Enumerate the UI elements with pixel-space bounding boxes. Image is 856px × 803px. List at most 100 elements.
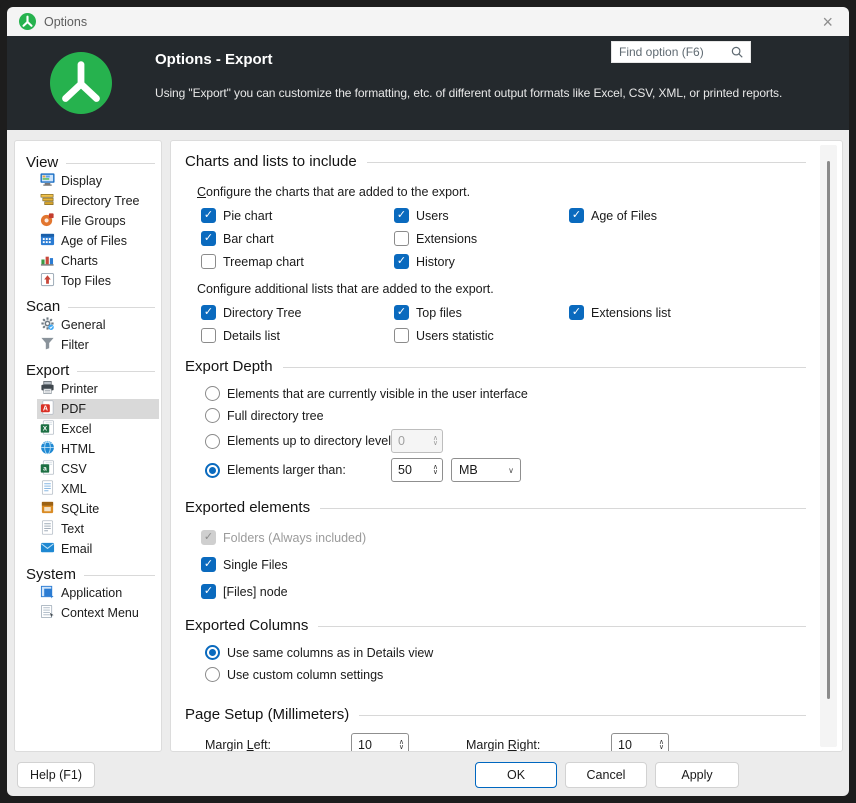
treesize-logo-icon: [50, 52, 112, 114]
margin-right-spinner[interactable]: ∧∨: [611, 733, 669, 752]
file-groups-icon: [40, 212, 55, 230]
checkbox-users-statistic[interactable]: Users statistic: [394, 327, 569, 344]
checkbox-icon: [394, 305, 409, 320]
margin-right-label: Margin Right:: [466, 738, 540, 752]
display-icon: [40, 172, 55, 190]
section-exported-columns: Exported Columns: [185, 617, 806, 634]
sidebar-item-csv[interactable]: a CSV: [37, 459, 159, 479]
page-title: Options - Export: [155, 51, 273, 68]
sidebar-item-display[interactable]: Display: [37, 171, 159, 191]
checkbox-top-files[interactable]: Top files: [394, 304, 569, 321]
options-dialog: Options × Options - Export Using "Export…: [0, 0, 856, 803]
radio-custom-columns[interactable]: Use custom column settings: [205, 666, 806, 683]
checkbox-directory-tree[interactable]: Directory Tree: [201, 304, 394, 321]
exported-elements-list: Folders (Always included) Single Files […: [201, 529, 806, 600]
exported-columns-options: Use same columns as in Details view Use …: [205, 644, 806, 683]
checkbox-files-node[interactable]: [Files] node: [201, 583, 806, 600]
sidebar-group-scan: Scan: [15, 298, 161, 315]
radio-same-columns[interactable]: Use same columns as in Details view: [205, 644, 806, 661]
checkbox-icon: [201, 584, 216, 599]
sidebar-item-sqlite[interactable]: SQLite: [37, 499, 159, 519]
sidebar-item-context-menu[interactable]: Context Menu: [37, 603, 159, 623]
find-option-input[interactable]: [612, 45, 730, 59]
radio-elements-larger-than[interactable]: Elements larger than: ∧∨ MB ∨: [205, 458, 806, 482]
printer-icon: [40, 380, 55, 398]
checkbox-age-of-files[interactable]: Age of Files: [569, 207, 806, 224]
window-title: Options: [44, 15, 87, 29]
svg-text:X: X: [43, 426, 48, 433]
section-export-depth: Export Depth: [185, 358, 806, 375]
sidebar-item-pdf[interactable]: A PDF: [37, 399, 159, 419]
checkbox-single-files[interactable]: Single Files: [201, 556, 806, 573]
margin-left-input[interactable]: [352, 737, 399, 752]
help-button[interactable]: Help (F1): [17, 762, 95, 788]
radio-full-directory-tree[interactable]: Full directory tree: [205, 407, 806, 424]
cancel-button[interactable]: Cancel: [565, 762, 647, 788]
sidebar-group-export: Export: [15, 362, 161, 379]
sidebar-item-filter[interactable]: Filter: [37, 335, 159, 355]
checkbox-icon: [394, 208, 409, 223]
directory-tree-icon: [40, 192, 55, 210]
csv-icon: a: [40, 460, 55, 478]
sidebar-item-file-groups[interactable]: File Groups: [37, 211, 159, 231]
radio-icon: [205, 434, 220, 449]
close-icon[interactable]: ×: [818, 13, 837, 31]
spin-down-icon: ∨: [433, 441, 438, 447]
page-margins-row: Margin Left: ∧∨ Margin Right: ∧∨: [205, 733, 806, 752]
page-description: Using "Export" you can customize the for…: [155, 86, 782, 100]
charts-icon: [40, 252, 55, 270]
section-charts-and-lists: Charts and lists to include: [185, 153, 806, 170]
checkbox-users[interactable]: Users: [394, 207, 569, 224]
chart-checkbox-grid: Pie chart Bar chart Treemap chart Users …: [201, 207, 806, 270]
sidebar-item-email[interactable]: Email: [37, 539, 159, 559]
size-unit-dropdown[interactable]: MB ∨: [451, 458, 521, 482]
app-logo-icon: [19, 13, 36, 30]
sidebar-item-application[interactable]: Application: [37, 583, 159, 603]
sidebar-item-text[interactable]: Text: [37, 519, 159, 539]
checkbox-icon: [394, 231, 409, 246]
sidebar-item-directory-tree[interactable]: Directory Tree: [37, 191, 159, 211]
dialog-body: View Display Directory Tree File Groups …: [7, 130, 849, 796]
sidebar-item-xml[interactable]: XML: [37, 479, 159, 499]
ok-button[interactable]: OK: [475, 762, 557, 788]
checkbox-pie-chart[interactable]: Pie chart: [201, 207, 394, 224]
apply-button[interactable]: Apply: [655, 762, 739, 788]
size-threshold-input[interactable]: [392, 462, 433, 478]
spin-down-icon[interactable]: ∨: [659, 745, 664, 751]
margin-left-spinner[interactable]: ∧∨: [351, 733, 409, 752]
sidebar-item-charts[interactable]: Charts: [37, 251, 159, 271]
checkbox-treemap-chart[interactable]: Treemap chart: [201, 253, 394, 270]
checkbox-details-list[interactable]: Details list: [201, 327, 394, 344]
radio-icon: [205, 463, 220, 478]
sidebar-item-top-files[interactable]: Top Files: [37, 271, 159, 291]
checkbox-extensions-list[interactable]: Extensions list: [569, 304, 806, 321]
application-icon: [40, 584, 55, 602]
sidebar-item-html[interactable]: HTML: [37, 439, 159, 459]
radio-directory-level[interactable]: Elements up to directory level: ∧∨: [205, 429, 806, 453]
scrollbar-thumb[interactable]: [827, 161, 830, 699]
settings-panel: Charts and lists to include Configure th…: [170, 140, 843, 752]
margin-right-input[interactable]: [612, 737, 659, 752]
sidebar-item-printer[interactable]: Printer: [37, 379, 159, 399]
search-icon[interactable]: [730, 45, 750, 59]
sidebar-item-age-of-files[interactable]: Age of Files: [37, 231, 159, 251]
pdf-icon: A: [40, 400, 55, 418]
radio-visible-elements[interactable]: Elements that are currently visible in t…: [205, 385, 806, 402]
spin-down-icon[interactable]: ∨: [399, 745, 404, 751]
sidebar-item-excel[interactable]: X Excel: [37, 419, 159, 439]
xml-icon: [40, 480, 55, 498]
filter-icon: [40, 336, 55, 354]
size-threshold-spinner[interactable]: ∧∨: [391, 458, 443, 482]
checkbox-icon: [201, 328, 216, 343]
checkbox-history[interactable]: History: [394, 253, 569, 270]
checkbox-bar-chart[interactable]: Bar chart: [201, 230, 394, 247]
radio-icon: [205, 645, 220, 660]
sidebar-item-general[interactable]: General: [37, 315, 159, 335]
checkbox-icon: [201, 231, 216, 246]
sqlite-icon: [40, 500, 55, 518]
svg-text:A: A: [43, 405, 48, 412]
checkbox-icon: [569, 208, 584, 223]
checkbox-extensions[interactable]: Extensions: [394, 230, 569, 247]
spin-down-icon[interactable]: ∨: [433, 470, 438, 476]
margin-left-label: Margin Left:: [205, 738, 271, 752]
